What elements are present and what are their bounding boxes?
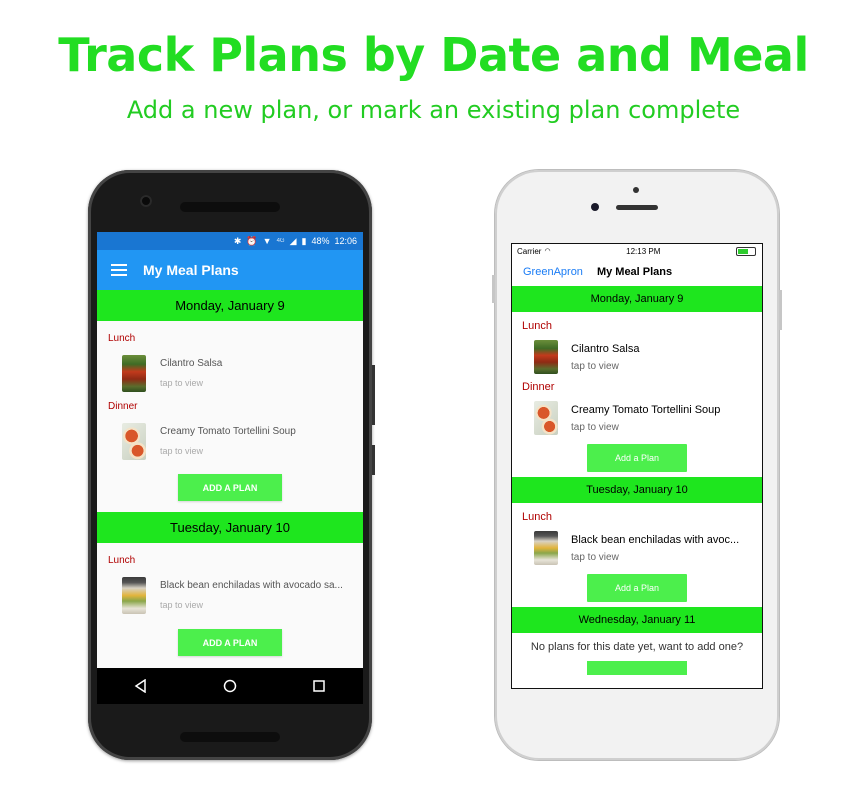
- mute-switch: [492, 275, 495, 303]
- meal-label: Dinner: [108, 401, 138, 412]
- recipe-thumbnail: [122, 422, 146, 460]
- status-time: 12:13 PM: [626, 246, 661, 256]
- meal-plan-item[interactable]: Cilantro Salsa tap to view: [512, 337, 762, 377]
- tap-to-view-hint: tap to view: [160, 446, 204, 456]
- status-bar: ✱ ⏰ ▼ 4G ◢ ▮ 48% 12:06: [97, 232, 363, 250]
- meal-label: Lunch: [522, 511, 552, 523]
- recents-icon[interactable]: [309, 676, 329, 696]
- date-header: Tuesday, January 10: [97, 512, 363, 543]
- recipe-thumbnail: [534, 401, 558, 435]
- network-type-label: 4G: [276, 238, 285, 244]
- date-header: Monday, January 9: [512, 286, 762, 312]
- recipe-name: Black bean enchiladas with avocado sa...: [160, 580, 343, 591]
- battery-icon: ▮: [301, 235, 307, 246]
- tap-to-view-hint: tap to view: [160, 378, 204, 388]
- meal-label: Lunch: [108, 555, 136, 566]
- recipe-name: Creamy Tomato Tortellini Soup: [571, 403, 721, 416]
- recipe-name: Black bean enchiladas with avoc...: [571, 533, 740, 546]
- meal-plan-item[interactable]: Creamy Tomato Tortellini Soup tap to vie…: [512, 398, 762, 438]
- date-header: Tuesday, January 10: [512, 477, 762, 503]
- earpiece-speaker: [616, 205, 658, 210]
- android-phone: ✱ ⏰ ▼ 4G ◢ ▮ 48% 12:06 My Meal Plans Mon…: [88, 170, 375, 760]
- back-button[interactable]: GreenApron: [523, 266, 583, 278]
- recipe-thumbnail: [122, 576, 146, 614]
- wifi-icon: ▼: [262, 236, 272, 246]
- carrier-label: Carrier: [517, 246, 542, 256]
- signal-icon: ◢: [289, 235, 297, 246]
- alarm-icon: ⏰: [246, 235, 258, 246]
- status-bar: Carrier ◠ 12:13 PM: [512, 244, 762, 258]
- meal-plan-item[interactable]: Creamy Tomato Tortellini Soup tap to vie…: [97, 419, 363, 463]
- add-plan-button[interactable]: ADD A PLAN: [178, 629, 282, 656]
- empty-day-message: No plans for this date yet, want to add …: [530, 641, 744, 653]
- recipe-name: Creamy Tomato Tortellini Soup: [160, 426, 296, 437]
- bottom-speaker: [180, 732, 280, 742]
- recipe-thumbnail: [122, 354, 146, 392]
- date-header: Monday, January 9: [97, 290, 363, 321]
- proximity-sensor: [633, 187, 639, 193]
- volume-button: [372, 445, 375, 475]
- tap-to-view-hint: tap to view: [571, 421, 619, 433]
- status-time: 12:06: [334, 236, 357, 246]
- app-bar: My Meal Plans: [97, 250, 363, 290]
- hamburger-menu-icon[interactable]: [111, 264, 127, 276]
- date-header: Wednesday, January 11: [512, 607, 762, 633]
- meal-label: Lunch: [522, 320, 552, 332]
- iphone: Carrier ◠ 12:13 PM GreenApron My Meal Pl…: [492, 170, 782, 760]
- tap-to-view-hint: tap to view: [571, 551, 619, 563]
- add-plan-button[interactable]: Add a Plan: [587, 444, 687, 472]
- nav-title: My Meal Plans: [596, 266, 673, 278]
- power-button: [779, 290, 782, 330]
- meal-plan-item[interactable]: Cilantro Salsa tap to view: [97, 351, 363, 395]
- wifi-icon: ◠: [544, 248, 551, 255]
- navigation-bar: GreenApron My Meal Plans: [512, 258, 762, 286]
- recipe-name: Cilantro Salsa: [160, 358, 223, 369]
- meal-plan-item[interactable]: Black bean enchiladas with avocado sa...…: [97, 573, 363, 617]
- iphone-screen: Carrier ◠ 12:13 PM GreenApron My Meal Pl…: [511, 243, 763, 689]
- subheadline: Add a new plan, or mark an existing plan…: [126, 96, 741, 124]
- app-bar-title: My Meal Plans: [143, 262, 239, 278]
- battery-icon: [736, 246, 756, 256]
- front-camera: [591, 203, 599, 211]
- front-camera: [140, 195, 152, 207]
- home-icon[interactable]: [220, 676, 240, 696]
- add-plan-button[interactable]: Add a Plan: [587, 574, 687, 602]
- recipe-name: Cilantro Salsa: [571, 342, 640, 355]
- meal-label: Dinner: [522, 381, 555, 393]
- android-nav-bar: [97, 668, 363, 704]
- tap-to-view-hint: tap to view: [160, 600, 204, 610]
- android-screen: ✱ ⏰ ▼ 4G ◢ ▮ 48% 12:06 My Meal Plans Mon…: [97, 232, 363, 702]
- battery-percent: 48%: [311, 236, 330, 246]
- earpiece-speaker: [180, 202, 280, 212]
- tap-to-view-hint: tap to view: [571, 360, 619, 372]
- bluetooth-icon: ✱: [233, 235, 242, 246]
- recipe-thumbnail: [534, 531, 558, 565]
- recipe-thumbnail: [534, 340, 558, 374]
- meal-plan-item[interactable]: Black bean enchiladas with avoc... tap t…: [512, 528, 762, 568]
- add-plan-button[interactable]: ADD A PLAN: [178, 474, 282, 501]
- back-icon[interactable]: [131, 676, 151, 696]
- power-button: [372, 365, 375, 425]
- headline: Track Plans by Date and Meal: [58, 28, 809, 82]
- add-plan-button[interactable]: [587, 661, 687, 675]
- meal-label: Lunch: [108, 333, 136, 344]
